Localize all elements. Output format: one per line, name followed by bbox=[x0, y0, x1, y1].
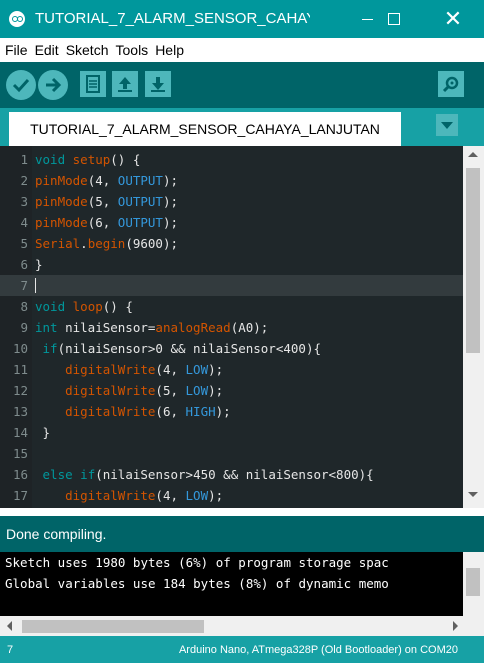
menu-help[interactable]: Help bbox=[155, 42, 184, 58]
line-number: 13 bbox=[12, 404, 28, 419]
code-text: digitalWrite(4, LOW); bbox=[65, 362, 224, 377]
arrow-right-icon bbox=[46, 77, 62, 93]
scroll-down-icon[interactable] bbox=[468, 492, 478, 497]
console-line: Global variables use 184 bytes (8%) of d… bbox=[5, 576, 389, 591]
line-number: 17 bbox=[12, 488, 28, 503]
code-line[interactable]: 12 digitalWrite(5, LOW); bbox=[0, 380, 463, 401]
code-text: void setup() { bbox=[35, 152, 141, 167]
scroll-up-icon[interactable] bbox=[468, 152, 478, 157]
line-number: 8 bbox=[20, 299, 28, 314]
code-line[interactable]: 8 void loop() { bbox=[0, 296, 463, 317]
code-text: void loop() { bbox=[35, 299, 133, 314]
code-line[interactable]: 5 Serial.begin(9600); bbox=[0, 233, 463, 254]
code-text: else if(nilaiSensor>450 && nilaiSensor<8… bbox=[42, 467, 374, 482]
code-line[interactable]: 4 pinMode(6, OUTPUT); bbox=[0, 212, 463, 233]
line-number: 5 bbox=[20, 236, 28, 251]
editor-scroll-thumb[interactable] bbox=[466, 168, 480, 353]
code-line[interactable]: 11 digitalWrite(4, LOW); bbox=[0, 359, 463, 380]
footer-status-bar: 7 Arduino Nano, ATmega328P (Old Bootload… bbox=[0, 636, 484, 663]
window-title: TUTORIAL_7_ALARM_SENSOR_CAHAYA... bbox=[35, 10, 310, 27]
line-number: 4 bbox=[20, 215, 28, 230]
console-horizontal-thumb[interactable] bbox=[22, 620, 204, 633]
line-number: 3 bbox=[20, 194, 28, 209]
code-line[interactable]: 14 } bbox=[0, 422, 463, 443]
code-line[interactable]: 13 digitalWrite(6, HIGH); bbox=[0, 401, 463, 422]
tab-sketch[interactable]: TUTORIAL_7_ALARM_SENSOR_CAHAYA_LANJUTAN bbox=[9, 112, 401, 146]
check-icon bbox=[12, 78, 30, 93]
code-line[interactable]: 15 bbox=[0, 443, 463, 464]
line-number: 2 bbox=[20, 173, 28, 188]
code-line[interactable]: 9 int nilaiSensor=analogRead(A0); bbox=[0, 317, 463, 338]
code-text: pinMode(5, OUTPUT); bbox=[35, 194, 179, 209]
code-text: } bbox=[35, 425, 51, 440]
code-text: pinMode(6, OUTPUT); bbox=[35, 215, 179, 230]
console-output: Sketch uses 1980 bytes (6%) of program s… bbox=[0, 552, 484, 616]
menu-edit[interactable]: Edit bbox=[35, 42, 59, 58]
menu-file[interactable]: File bbox=[5, 42, 28, 58]
line-number: 14 bbox=[12, 425, 28, 440]
code-editor[interactable]: 1 void setup() { 2 pinMode(4, OUTPUT); 3 pinM… bbox=[0, 146, 484, 508]
code-line[interactable]: 1 void setup() { bbox=[0, 149, 463, 170]
code-text: digitalWrite(6, HIGH); bbox=[65, 404, 231, 419]
title-bar: TUTORIAL_7_ALARM_SENSOR_CAHAYA... ✕ bbox=[0, 0, 484, 38]
save-button[interactable] bbox=[145, 71, 171, 97]
scroll-right-icon[interactable] bbox=[453, 621, 458, 631]
tab-strip: TUTORIAL_7_ALARM_SENSOR_CAHAYA_LANJUTAN bbox=[0, 108, 484, 146]
close-button[interactable]: ✕ bbox=[430, 0, 476, 38]
toolbar bbox=[0, 62, 484, 108]
code-text: int nilaiSensor=analogRead(A0); bbox=[35, 320, 269, 335]
maximize-icon bbox=[388, 13, 400, 25]
arduino-logo-icon bbox=[9, 11, 25, 27]
code-line[interactable]: 3 pinMode(5, OUTPUT); bbox=[0, 191, 463, 212]
line-number: 12 bbox=[12, 383, 28, 398]
arrow-up-icon bbox=[118, 77, 132, 92]
verify-button[interactable] bbox=[6, 70, 36, 100]
code-text: } bbox=[35, 257, 43, 272]
maximize-button[interactable] bbox=[371, 0, 417, 38]
code-line[interactable]: 7 bbox=[0, 275, 463, 296]
code-text: digitalWrite(5, LOW); bbox=[65, 383, 224, 398]
line-number: 16 bbox=[12, 467, 28, 482]
line-number: 11 bbox=[12, 362, 28, 377]
tab-menu-chevron-down-icon[interactable] bbox=[436, 114, 458, 136]
line-number: 6 bbox=[20, 257, 28, 272]
panel-divider[interactable] bbox=[0, 508, 484, 516]
code-line[interactable]: 6} bbox=[0, 254, 463, 275]
open-button[interactable] bbox=[112, 71, 138, 97]
magnifier-icon bbox=[442, 76, 459, 93]
status-area: Done compiling. bbox=[0, 516, 484, 552]
code-text: pinMode(4, OUTPUT); bbox=[35, 173, 179, 188]
document-icon bbox=[86, 75, 100, 93]
status-message: Done compiling. bbox=[6, 526, 107, 542]
code-line[interactable]: 17 digitalWrite(4, LOW); bbox=[0, 485, 463, 506]
console-line: Sketch uses 1980 bytes (6%) of program s… bbox=[5, 555, 389, 570]
new-sketch-button[interactable] bbox=[80, 71, 106, 97]
code-text: Serial.begin(9600); bbox=[35, 236, 179, 251]
close-icon: ✕ bbox=[443, 6, 463, 31]
code-line[interactable]: 2 pinMode(4, OUTPUT); bbox=[0, 170, 463, 191]
menu-bar: File Edit Sketch Tools Help bbox=[0, 38, 484, 62]
upload-button[interactable] bbox=[38, 70, 68, 100]
line-number: 9 bbox=[20, 320, 28, 335]
scroll-left-icon[interactable] bbox=[7, 621, 12, 631]
line-number: 15 bbox=[12, 446, 28, 461]
arrow-down-icon bbox=[151, 77, 165, 92]
serial-monitor-button[interactable] bbox=[438, 71, 464, 97]
line-number: 10 bbox=[12, 341, 28, 356]
code-text: if(nilaiSensor>0 && nilaiSensor<400){ bbox=[42, 341, 321, 356]
text-cursor bbox=[35, 278, 36, 293]
line-number: 1 bbox=[20, 152, 28, 167]
board-port-info: Arduino Nano, ATmega328P (Old Bootloader… bbox=[178, 644, 458, 656]
code-line[interactable]: 10 if(nilaiSensor>0 && nilaiSensor<400){ bbox=[0, 338, 463, 359]
code-line[interactable]: 16 else if(nilaiSensor>450 && nilaiSenso… bbox=[0, 464, 463, 485]
menu-sketch[interactable]: Sketch bbox=[66, 42, 109, 58]
line-number: 7 bbox=[20, 278, 28, 293]
console-vertical-thumb[interactable] bbox=[466, 568, 480, 596]
menu-tools[interactable]: Tools bbox=[116, 42, 149, 58]
cursor-line-number: 7 bbox=[7, 644, 14, 656]
code-text: digitalWrite(4, LOW); bbox=[65, 488, 224, 503]
